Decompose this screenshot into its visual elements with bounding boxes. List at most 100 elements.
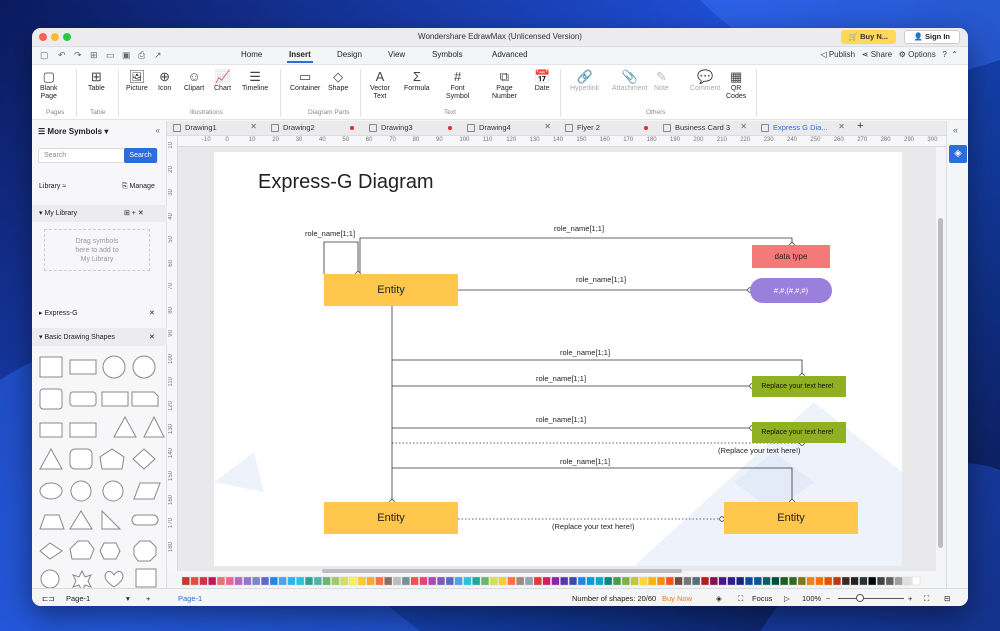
ring-shape[interactable] [102,480,124,502]
color-swatch[interactable] [331,576,340,586]
color-swatch[interactable] [287,576,296,586]
fit-page-icon[interactable]: ⛶ [924,594,929,604]
color-swatch[interactable] [560,576,569,586]
undo-icon[interactable]: ↶ [58,50,66,61]
share-icon[interactable]: ⋖ [862,50,871,59]
buy-now-button[interactable]: 🛒 Buy N... [840,30,896,44]
role-label[interactable]: role_name[1;1] [536,415,586,424]
replace-text-box-1[interactable]: Replace your text here! [752,376,846,397]
color-swatch[interactable] [542,576,551,586]
export-icon[interactable]: ↗ [154,50,162,61]
pentagon-shape[interactable] [99,448,125,470]
font-symbol-button[interactable]: # Font Symbol [446,68,469,101]
document-tab[interactable]: Flyer 2 [565,123,648,135]
note-button[interactable]: ✎ Note [654,68,669,93]
manage-button[interactable]: ⎘ Manage [122,183,155,191]
color-swatch[interactable] [613,576,622,586]
zoom-slider-handle[interactable] [856,594,864,602]
color-swatch[interactable] [234,576,243,586]
container-button[interactable]: ▭ Container [290,68,320,93]
add-tab-button[interactable]: + [857,120,863,132]
square-shape[interactable] [135,568,157,588]
attachment-button[interactable]: 📎 Attachment [612,68,647,93]
rectangle-shape[interactable] [69,359,97,375]
circle-shape[interactable] [102,355,126,379]
color-swatch[interactable] [903,576,912,586]
shape-button[interactable]: ◇ Shape [328,68,348,93]
color-swatch[interactable] [894,576,903,586]
drag-drop-zone[interactable]: Drag symbols here to add to My Library [44,229,150,271]
more-symbols-header[interactable]: ☰ More Symbols ▾ « [32,121,166,141]
color-swatch[interactable] [780,576,789,586]
document-tab[interactable]: Drawing1 ✕ [173,122,257,135]
color-palette[interactable] [172,575,946,587]
color-swatch[interactable] [348,576,357,586]
color-swatch[interactable] [525,576,534,586]
entity-box-1[interactable]: Entity [324,274,458,306]
color-swatch[interactable] [296,576,305,586]
color-swatch[interactable] [507,576,516,586]
collapse-panel-icon[interactable]: « [156,126,160,135]
color-swatch[interactable] [745,576,754,586]
document-tab[interactable]: Express G Dia... ✕ [761,122,845,135]
hexagon-shape[interactable] [69,540,95,560]
sign-in-button[interactable]: 👤 Sign In [903,30,960,44]
document-tab[interactable]: Drawing3 [369,123,452,135]
pill-shape[interactable] [131,514,159,526]
color-swatch[interactable] [516,576,525,586]
enumeration-box[interactable]: #,#,(#,#,#) [750,278,832,303]
role-label[interactable]: role_name[1;1] [536,374,586,383]
color-swatch[interactable] [657,576,666,586]
publish-icon[interactable]: ◁ [820,50,828,59]
color-swatch[interactable] [683,576,692,586]
timeline-button[interactable]: ☰ Timeline [242,68,268,93]
role-label[interactable]: role_name[1;1] [554,224,604,233]
document-tab[interactable]: Drawing2 [271,123,354,135]
tab-insert[interactable]: Insert [287,50,313,63]
gear-icon[interactable]: ⚙ [899,50,908,59]
options-button[interactable]: Options [908,50,936,59]
right-triangle-shape[interactable] [101,509,122,530]
tab-view[interactable]: View [388,50,405,59]
heart-shape[interactable] [104,570,124,588]
color-swatch[interactable] [692,576,701,586]
picture-button[interactable]: 🖼 Picture [126,68,148,93]
role-label[interactable]: role_name[1;1] [305,229,355,238]
frame-shape[interactable] [69,422,97,438]
page-view-icon[interactable]: ⊏⊐ [42,594,55,603]
focus-button[interactable]: Focus [752,594,772,603]
diamond-shape[interactable] [132,448,156,470]
document-tab[interactable]: Business Card 3 ✕ [663,122,747,135]
close-tab-icon[interactable]: ✕ [544,122,551,131]
my-library-row[interactable]: ▾ My Library ⊞ + ✕ [32,205,167,222]
color-swatch[interactable] [181,576,190,586]
search-button[interactable]: Search [124,148,157,163]
color-swatch[interactable] [551,576,560,586]
replace-text-label[interactable]: (Replace your text here!) [718,446,801,455]
color-swatch[interactable] [489,576,498,586]
replace-text-label[interactable]: (Replace your text here!) [552,522,635,531]
color-swatch[interactable] [885,576,894,586]
octagon-shape[interactable] [133,540,157,562]
color-swatch[interactable] [806,576,815,586]
triangle-shape[interactable] [143,415,165,438]
tab-home[interactable]: Home [241,50,262,59]
color-swatch[interactable] [595,576,604,586]
color-swatch[interactable] [868,576,877,586]
play-icon[interactable]: ▷ [784,594,790,603]
color-swatch[interactable] [577,576,586,586]
color-swatch[interactable] [727,576,736,586]
color-swatch[interactable] [340,576,349,586]
date-button[interactable]: 📅 Date [534,68,550,93]
add-page-button[interactable]: + [146,594,150,603]
tab-advanced[interactable]: Advanced [492,50,528,59]
layers-icon[interactable]: ◈ [716,594,722,603]
basic-shapes-grid[interactable] [32,351,167,588]
color-swatch[interactable] [621,576,630,586]
drawing-page[interactable]: Express-G Diagram Entity Entity Entity d… [214,152,902,566]
hyperlink-button[interactable]: 🔗 Hyperlink [570,68,599,93]
color-swatch[interactable] [366,576,375,586]
color-swatch[interactable] [586,576,595,586]
close-section-icon[interactable]: ✕ [149,333,155,341]
help-icon[interactable]: ? [942,50,946,59]
